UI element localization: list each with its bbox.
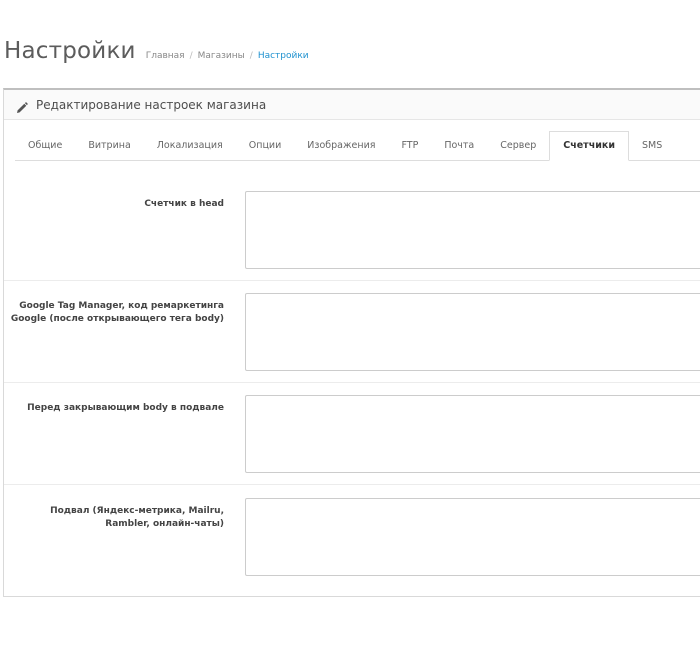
breadcrumb-separator: / xyxy=(249,51,253,61)
form-row-footer-counters: Подвал (Яндекс-метрика, Mailru, Rambler,… xyxy=(4,485,700,597)
breadcrumb-item-settings[interactable]: Настройки xyxy=(258,51,309,61)
breadcrumb-item-stores[interactable]: Магазины xyxy=(198,51,245,61)
form-row-before-body-close: Перед закрывающим body в подвале xyxy=(4,383,700,485)
pencil-icon xyxy=(16,99,28,113)
tab-ftp[interactable]: FTP xyxy=(388,132,431,160)
form-row-google-tag-manager: Google Tag Manager, код ремаркетинга Goo… xyxy=(4,281,700,383)
page-title: Настройки xyxy=(4,38,136,64)
head-counter-textarea[interactable] xyxy=(245,191,700,269)
tab-storefront[interactable]: Витрина xyxy=(75,132,143,160)
breadcrumb-item-home[interactable]: Главная xyxy=(146,51,185,61)
tab-sms[interactable]: SMS xyxy=(629,132,675,160)
footer-counters-label: Подвал (Яндекс-метрика, Mailru, Rambler,… xyxy=(50,506,224,529)
head-counter-label: Счетчик в head xyxy=(144,199,224,209)
tab-server[interactable]: Сервер xyxy=(487,132,549,160)
tab-images[interactable]: Изображения xyxy=(294,132,388,160)
tab-mail[interactable]: Почта xyxy=(431,132,487,160)
footer-counters-textarea[interactable] xyxy=(245,498,700,576)
breadcrumb: Главная / Магазины / Настройки xyxy=(146,51,309,61)
tab-options[interactable]: Опции xyxy=(236,132,295,160)
google-tag-manager-textarea[interactable] xyxy=(245,293,700,371)
tab-localization[interactable]: Локализация xyxy=(144,132,236,160)
panel-title: Редактирование настроек магазина xyxy=(36,97,267,112)
google-tag-manager-label: Google Tag Manager, код ремаркетинга Goo… xyxy=(10,301,224,324)
before-body-close-textarea[interactable] xyxy=(245,395,700,473)
tab-general[interactable]: Общие xyxy=(15,132,75,160)
tab-counters[interactable]: Счетчики xyxy=(549,131,629,161)
page-header: Настройки Главная / Магазины / Настройки xyxy=(4,38,309,64)
settings-tabs: Общие Витрина Локализация Опции Изображе… xyxy=(15,131,700,161)
settings-panel: Редактирование настроек магазина Общие В… xyxy=(3,88,700,597)
form-row-head-counter: Счетчик в head xyxy=(4,178,700,281)
before-body-close-label: Перед закрывающим body в подвале xyxy=(27,403,224,413)
breadcrumb-separator: / xyxy=(189,51,193,61)
panel-heading: Редактирование настроек магазина xyxy=(4,90,700,120)
